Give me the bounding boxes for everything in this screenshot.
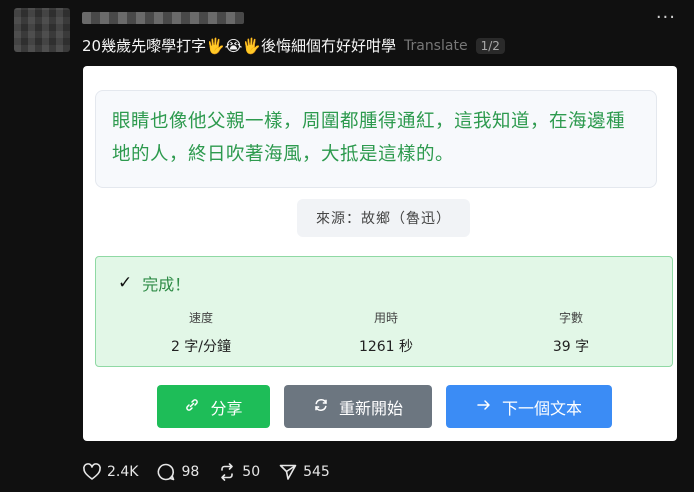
link-icon: [184, 397, 200, 417]
share-button[interactable]: 分享: [157, 385, 270, 428]
repost-button[interactable]: 50: [217, 462, 260, 482]
stat-time-label: 用時: [373, 311, 398, 325]
comment-button[interactable]: 98: [156, 462, 199, 482]
like-button[interactable]: 2.4K: [82, 462, 138, 482]
next-text-button[interactable]: 下一個文本: [446, 385, 612, 428]
next-text-button-label: 下一個文本: [501, 398, 582, 418]
page-indicator: 1/2: [475, 37, 505, 54]
username-redacted[interactable]: [82, 12, 244, 24]
stat-count-value: 39 字: [552, 339, 590, 355]
result-panel: ✓ 完成！ 速度 2 字/分鐘 用時 1261 秒 字數 39 字: [95, 256, 673, 367]
post-image-card: 眼睛也像他父親一樣，周圍都腫得通紅，這我知道，在海邊種地的人，終日吹著海風，大抵…: [83, 66, 677, 441]
more-horizontal-icon[interactable]: ···: [656, 9, 676, 27]
quote-box: 眼睛也像他父親一樣，周圍都腫得通紅，這我知道，在海邊種地的人，終日吹著海風，大抵…: [95, 90, 657, 188]
post-header: 20幾歲先嚟學打字🖐️😭🖐️後悔細個冇好好咁學 Translate 1/2: [82, 35, 505, 56]
arrow-right-icon: [476, 397, 492, 417]
send-button[interactable]: 545: [278, 462, 330, 482]
post-text: 20幾歲先嚟學打字🖐️😭🖐️後悔細個冇好好咁學: [82, 37, 396, 55]
send-count: 545: [303, 464, 330, 480]
stat-time: 用時 1261 秒: [306, 309, 466, 356]
send-icon: [279, 464, 297, 480]
like-count: 2.4K: [107, 464, 139, 480]
comment-count: 98: [181, 464, 200, 480]
translate-link[interactable]: Translate: [404, 38, 468, 54]
check-icon: ✓: [118, 273, 133, 293]
restart-button[interactable]: 重新開始: [284, 385, 432, 428]
result-status-text: 完成！: [142, 275, 191, 294]
stat-count: 字數 39 字: [491, 309, 651, 356]
stat-speed: 速度 2 字/分鐘: [121, 309, 281, 356]
refresh-icon: [313, 397, 329, 417]
quote-text: 眼睛也像他父親一樣，周圍都腫得通紅，這我知道，在海邊種地的人，終日吹著海風，大抵…: [112, 111, 626, 165]
repost-count: 50: [242, 464, 261, 480]
repost-icon: [221, 463, 234, 481]
post-actions: 2.4K 98 50 545: [82, 462, 348, 482]
stat-speed-value: 2 字/分鐘: [170, 339, 232, 355]
heart-icon: [83, 463, 101, 480]
comment-icon: [158, 463, 175, 481]
source-label: 來源：故鄉（魯迅）: [297, 199, 470, 237]
share-button-label: 分享: [210, 398, 243, 418]
stat-time-value: 1261 秒: [358, 339, 414, 355]
avatar[interactable]: [14, 8, 70, 52]
stat-speed-label: 速度: [188, 311, 213, 325]
result-status: ✓ 完成！: [118, 271, 190, 295]
restart-button-label: 重新開始: [338, 398, 403, 418]
stat-count-label: 字數: [558, 311, 583, 325]
